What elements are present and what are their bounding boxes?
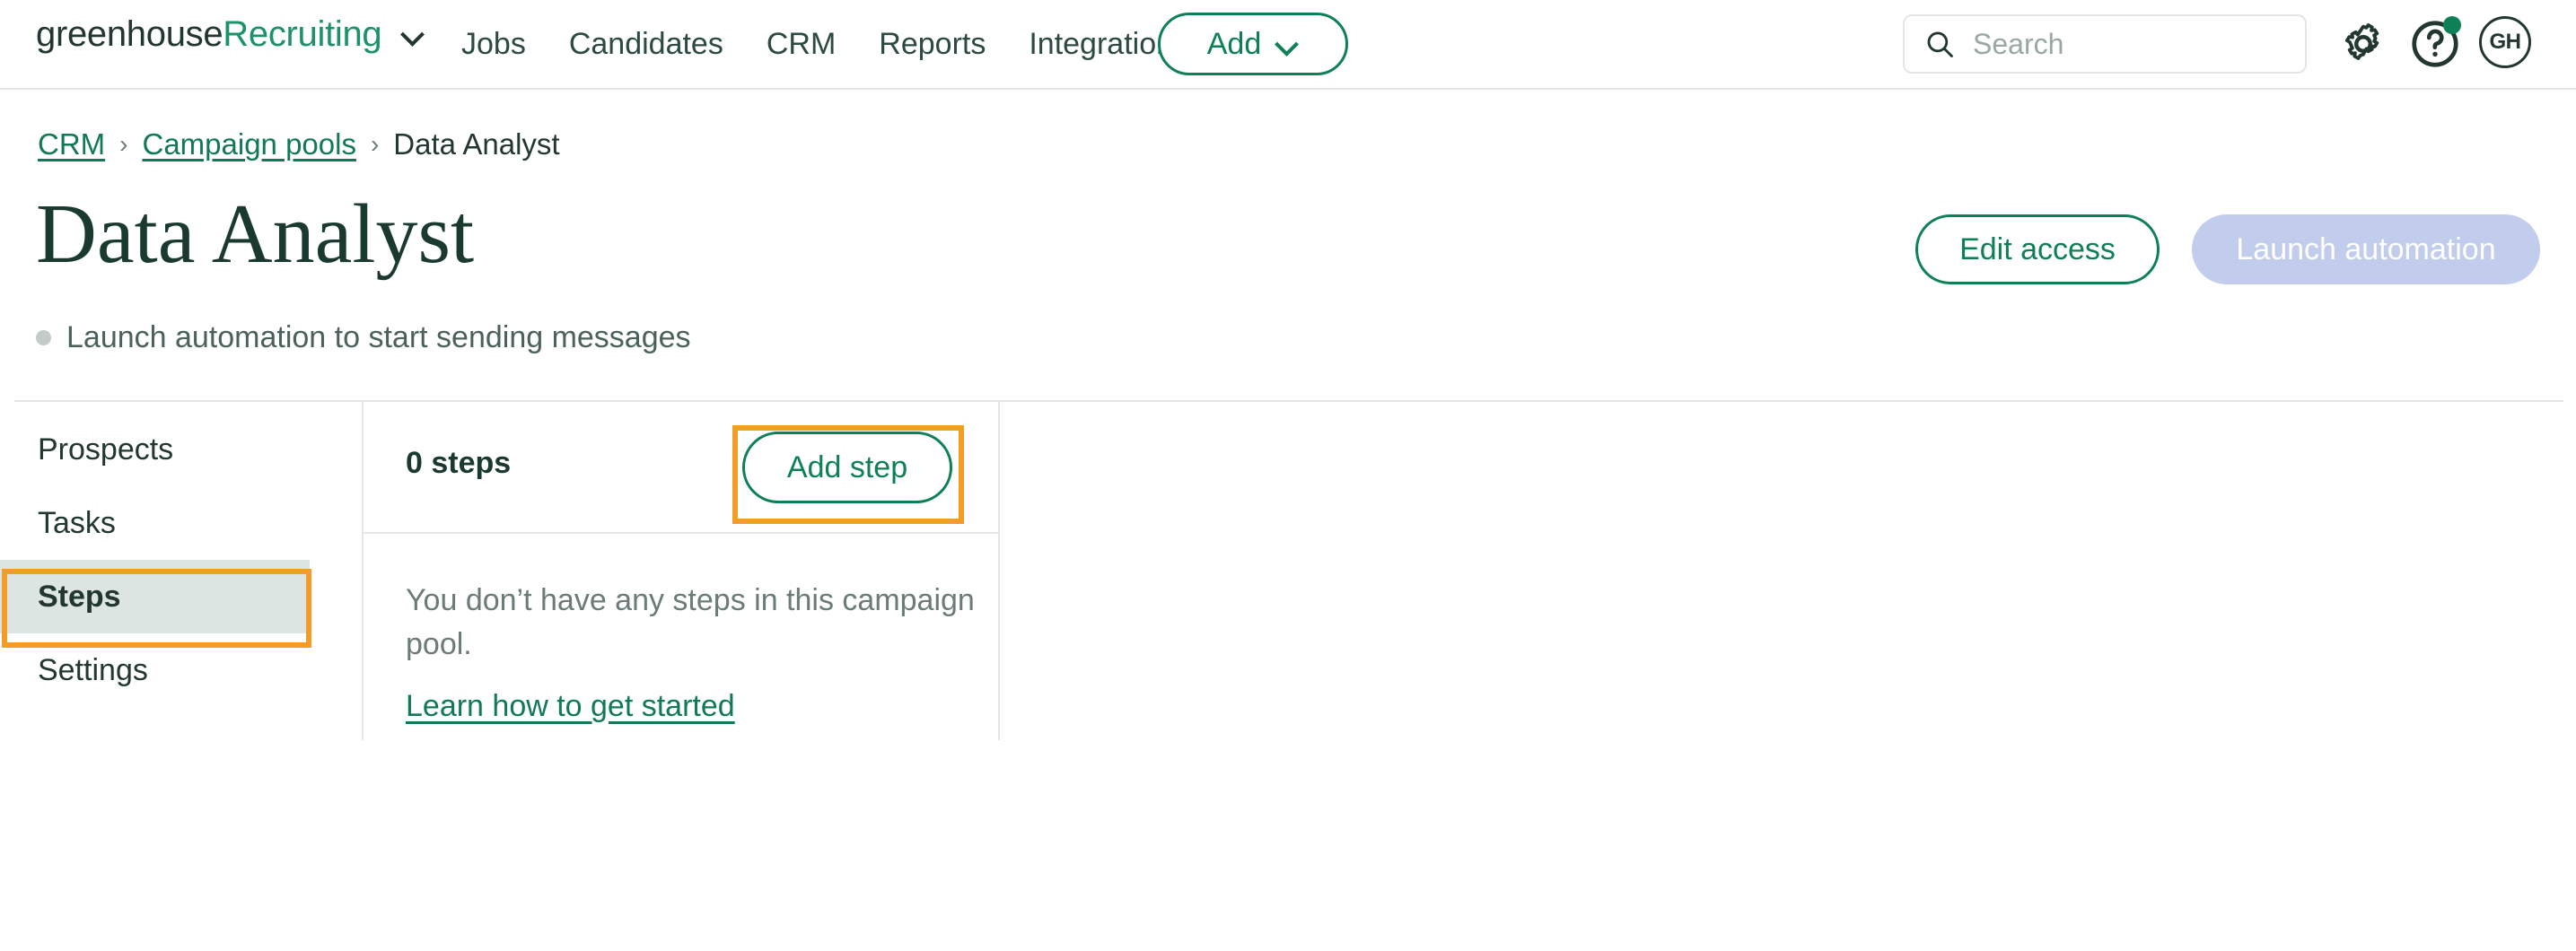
search-box[interactable] xyxy=(1903,14,2307,74)
brand-logo-text: greenhouseRecruiting xyxy=(36,14,382,54)
search-icon xyxy=(1927,31,1953,57)
notification-badge-dot xyxy=(2443,16,2461,34)
breadcrumb-separator-icon: › xyxy=(119,130,128,158)
brand-logo-greenhouse: greenhouse xyxy=(36,14,223,54)
steps-empty-state: You don’t have any steps in this campaig… xyxy=(406,579,975,724)
chevron-down-icon xyxy=(1275,32,1299,56)
sidebar-item-steps[interactable]: Steps xyxy=(0,560,310,633)
sidebar-item-tasks[interactable]: Tasks xyxy=(0,486,363,560)
avatar: GH xyxy=(2479,16,2531,68)
steps-empty-message: You don’t have any steps in this campaig… xyxy=(406,583,975,662)
add-step-button[interactable]: Add step xyxy=(742,432,952,503)
sidebar-item-prospects[interactable]: Prospects xyxy=(0,413,363,486)
brand-logo[interactable]: greenhouseRecruiting xyxy=(36,16,425,52)
breadcrumb: CRM › Campaign pools › Data Analyst xyxy=(38,127,560,161)
page-subtitle: Launch automation to start sending messa… xyxy=(66,320,691,354)
nav-item-jobs[interactable]: Jobs xyxy=(440,22,548,66)
breadcrumb-separator-icon: › xyxy=(370,130,380,158)
learn-how-to-get-started-link[interactable]: Learn how to get started xyxy=(406,689,735,724)
help-button[interactable] xyxy=(2407,16,2463,72)
steps-panel-header: 0 steps Add step xyxy=(364,401,999,534)
steps-panel: 0 steps Add step You don’t have any step… xyxy=(364,401,999,740)
nav-item-candidates[interactable]: Candidates xyxy=(548,22,745,66)
chevron-down-icon[interactable] xyxy=(401,22,425,46)
steps-count-label: 0 steps xyxy=(406,446,512,480)
breadcrumb-item-crm[interactable]: CRM xyxy=(38,127,105,161)
brand-logo-recruiting: Recruiting xyxy=(223,14,382,54)
primary-nav-links: Jobs Candidates CRM Reports Integrations xyxy=(440,22,1210,66)
nav-item-crm[interactable]: CRM xyxy=(745,22,857,66)
gear-icon xyxy=(2344,23,2379,60)
nav-item-reports[interactable]: Reports xyxy=(857,22,1007,66)
top-navigation-bar: greenhouseRecruiting Jobs Candidates CRM… xyxy=(0,0,2576,90)
breadcrumb-item-current: Data Analyst xyxy=(393,127,560,161)
settings-gear-button[interactable] xyxy=(2335,16,2391,72)
launch-automation-button: Launch automation xyxy=(2192,214,2540,284)
sidebar-item-settings[interactable]: Settings xyxy=(0,633,363,707)
user-avatar-button[interactable]: GH xyxy=(2479,16,2535,72)
add-button-label: Add xyxy=(1206,26,1262,61)
page-subtitle-row: Launch automation to start sending messa… xyxy=(36,320,691,355)
add-button[interactable]: Add xyxy=(1158,13,1348,75)
search-input[interactable] xyxy=(1971,26,2271,62)
edit-access-button[interactable]: Edit access xyxy=(1915,214,2160,284)
page-title: Data Analyst xyxy=(36,188,475,281)
sidebar: Prospects Tasks Steps Settings xyxy=(0,413,363,707)
breadcrumb-item-campaign-pools[interactable]: Campaign pools xyxy=(142,127,355,161)
status-dot-icon xyxy=(36,330,51,345)
